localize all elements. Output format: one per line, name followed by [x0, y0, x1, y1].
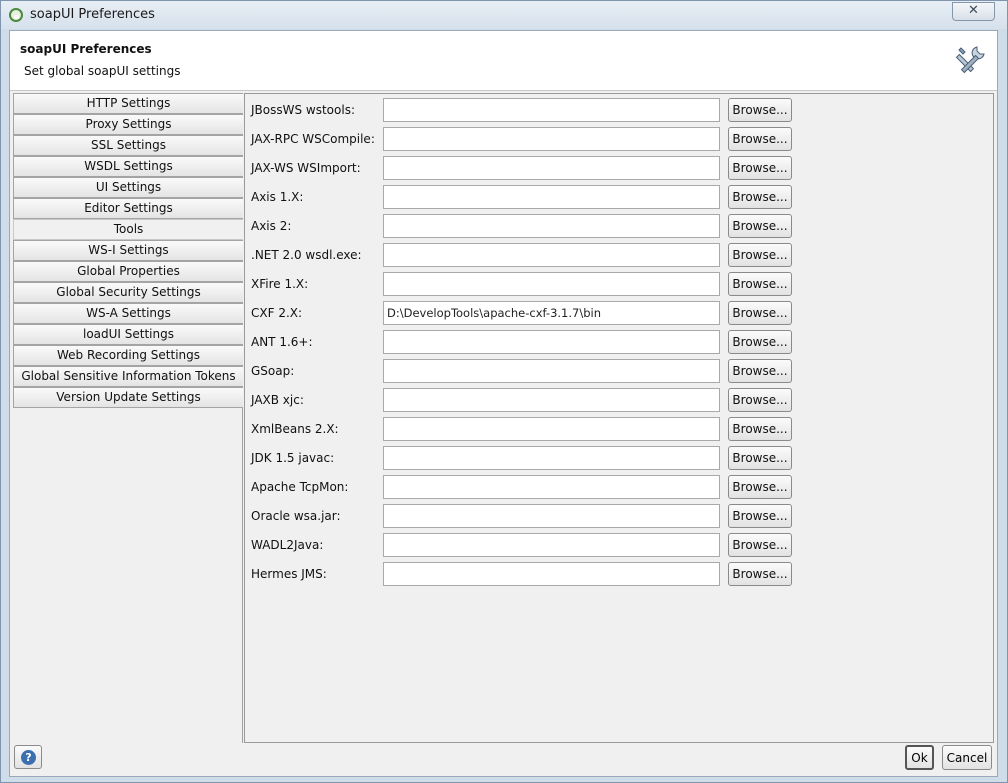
browse-button[interactable]: Browse...	[728, 301, 792, 325]
sidebar-tab-ws-a-settings[interactable]: WS-A Settings	[13, 303, 243, 324]
help-icon: ?	[21, 750, 36, 765]
tools-icon	[955, 46, 985, 74]
browse-button[interactable]: Browse...	[728, 446, 792, 470]
tool-path-input[interactable]	[383, 504, 720, 528]
tool-path-input[interactable]	[383, 127, 720, 151]
tool-path-input[interactable]	[383, 272, 720, 296]
close-button[interactable]: ✕	[952, 2, 995, 21]
tool-path-input[interactable]	[383, 475, 720, 499]
sidebar-tab-global-security-settings[interactable]: Global Security Settings	[13, 282, 243, 303]
browse-button[interactable]: Browse...	[728, 243, 792, 267]
tool-path-input[interactable]	[383, 388, 720, 412]
sidebar-tab-ui-settings[interactable]: UI Settings	[13, 177, 243, 198]
browse-button[interactable]: Browse...	[728, 272, 792, 296]
tool-path-input[interactable]	[383, 98, 720, 122]
tool-path-label: Apache TcpMon:	[251, 480, 349, 494]
tool-path-input[interactable]	[383, 301, 720, 325]
tool-path-label: WADL2Java:	[251, 538, 324, 552]
browse-button[interactable]: Browse...	[728, 127, 792, 151]
cancel-button[interactable]: Cancel	[942, 745, 992, 770]
tools-panel: JBossWS wstools: Browse... JAX-RPC WSCompi…	[244, 93, 994, 743]
tool-path-label: JAX-WS WSImport:	[251, 161, 361, 175]
tool-path-input[interactable]	[383, 330, 720, 354]
sidebar-tab-global-properties[interactable]: Global Properties	[13, 261, 243, 282]
tool-path-input[interactable]	[383, 533, 720, 557]
sidebar-tab-loadui-settings[interactable]: loadUI Settings	[13, 324, 243, 345]
ok-button[interactable]: Ok	[905, 745, 934, 770]
tool-path-label: Axis 2:	[251, 219, 292, 233]
help-button[interactable]: ?	[14, 745, 42, 769]
tool-path-label: XFire 1.X:	[251, 277, 309, 291]
browse-button[interactable]: Browse...	[728, 214, 792, 238]
tool-path-label: CXF 2.X:	[251, 306, 303, 320]
browse-button[interactable]: Browse...	[728, 475, 792, 499]
browse-button[interactable]: Browse...	[728, 388, 792, 412]
tool-path-label: JDK 1.5 javac:	[251, 451, 335, 465]
tool-path-label: .NET 2.0 wsdl.exe:	[251, 248, 362, 262]
window-title: soapUI Preferences	[30, 7, 155, 22]
tool-path-label: JAX-RPC WSCompile:	[251, 132, 375, 146]
browse-button[interactable]: Browse...	[728, 562, 792, 586]
tool-path-input[interactable]	[383, 156, 720, 180]
tool-path-label: Axis 1.X:	[251, 190, 304, 204]
browse-button[interactable]: Browse...	[728, 185, 792, 209]
tool-path-label: XmlBeans 2.X:	[251, 422, 339, 436]
tool-path-label: ANT 1.6+:	[251, 335, 313, 349]
sidebar-tab-web-recording-settings[interactable]: Web Recording Settings	[13, 345, 243, 366]
tool-path-label: Hermes JMS:	[251, 567, 327, 581]
browse-button[interactable]: Browse...	[728, 533, 792, 557]
sidebar-tab-global-sensitive-information-tokens[interactable]: Global Sensitive Information Tokens	[13, 366, 243, 387]
browse-button[interactable]: Browse...	[728, 330, 792, 354]
close-icon: ✕	[968, 3, 979, 18]
browse-button[interactable]: Browse...	[728, 504, 792, 528]
sidebar-tab-proxy-settings[interactable]: Proxy Settings	[13, 114, 243, 135]
sidebar-tab-editor-settings[interactable]: Editor Settings	[13, 198, 243, 219]
tool-path-input[interactable]	[383, 243, 720, 267]
tool-path-input[interactable]	[383, 185, 720, 209]
tool-path-input[interactable]	[383, 214, 720, 238]
browse-button[interactable]: Browse...	[728, 156, 792, 180]
sidebar-tab-ssl-settings[interactable]: SSL Settings	[13, 135, 243, 156]
preferences-window: soapUI Preferences ✕ soapUI Preferences …	[0, 0, 1008, 783]
header-title: soapUI Preferences	[20, 42, 152, 56]
tool-path-label: JAXB xjc:	[251, 393, 304, 407]
tool-path-label: JBossWS wstools:	[251, 103, 355, 117]
title-bar: soapUI Preferences ✕	[1, 1, 1007, 29]
browse-button[interactable]: Browse...	[728, 98, 792, 122]
sidebar-tab-wsdl-settings[interactable]: WSDL Settings	[13, 156, 243, 177]
browse-button[interactable]: Browse...	[728, 417, 792, 441]
sidebar-tab-ws-i-settings[interactable]: WS-I Settings	[13, 240, 243, 261]
settings-sidebar: HTTP Settings Proxy Settings SSL Settings W…	[13, 93, 243, 743]
browse-button[interactable]: Browse...	[728, 359, 792, 383]
sidebar-tab-version-update-settings[interactable]: Version Update Settings	[13, 387, 243, 408]
sidebar-tab-tools[interactable]: Tools	[13, 219, 243, 240]
header-subtitle: Set global soapUI settings	[24, 64, 181, 78]
dialog-body: soapUI Preferences Set global soapUI set…	[9, 30, 998, 777]
soapui-app-icon	[9, 8, 23, 22]
tool-path-label: Oracle wsa.jar:	[251, 509, 341, 523]
dialog-header: soapUI Preferences Set global soapUI set…	[10, 31, 997, 91]
tool-path-input[interactable]	[383, 417, 720, 441]
sidebar-tab-http-settings[interactable]: HTTP Settings	[13, 93, 243, 114]
tool-path-input[interactable]	[383, 562, 720, 586]
tool-path-input[interactable]	[383, 359, 720, 383]
tool-path-label: GSoap:	[251, 364, 295, 378]
tool-path-input[interactable]	[383, 446, 720, 470]
